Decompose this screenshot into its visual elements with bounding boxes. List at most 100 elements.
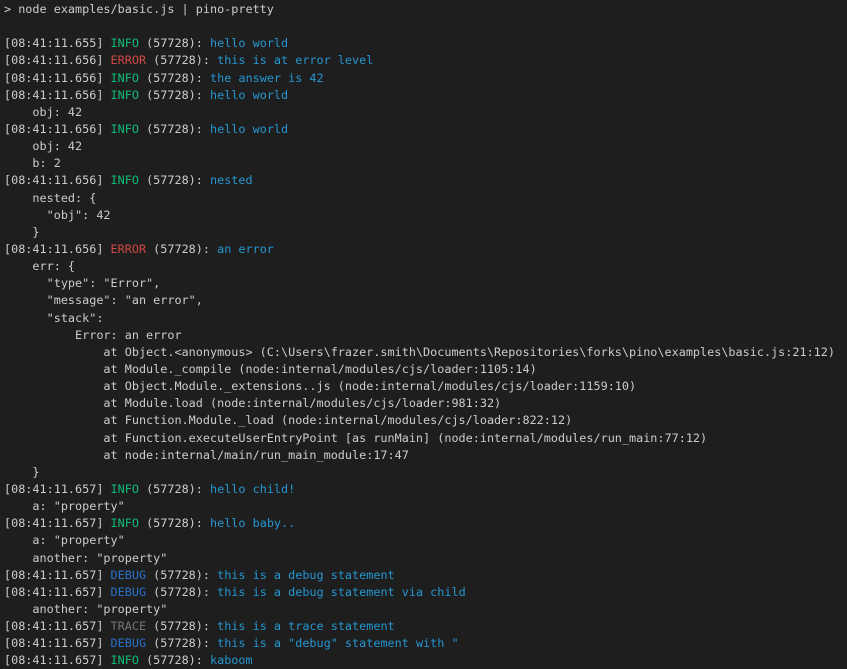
log-text: [08:41:11.657]: [4, 585, 111, 599]
log-level-debug: DEBUG: [111, 636, 147, 650]
log-level-error: ERROR: [111, 242, 147, 256]
log-message-text: this is a "debug" statement with ": [217, 636, 458, 650]
log-text: [08:41:11.656]: [4, 71, 111, 85]
log-level-info: INFO: [111, 71, 139, 85]
log-line: [08:41:11.656] INFO (57728): hello world: [4, 121, 847, 138]
log-level-info: INFO: [111, 88, 139, 102]
log-line: [08:41:11.655] INFO (57728): hello world: [4, 35, 847, 52]
log-line: [08:41:11.656] INFO (57728): the answer …: [4, 70, 847, 87]
log-line: [08:41:11.657] DEBUG (57728): this is a …: [4, 567, 847, 584]
log-text: a: "property": [4, 499, 125, 513]
log-message-text: this is a trace statement: [217, 619, 395, 633]
log-text: (57728):: [139, 516, 210, 530]
log-text: "type": "Error",: [4, 276, 160, 290]
log-text: (57728):: [146, 242, 217, 256]
log-text: (57728):: [146, 636, 217, 650]
log-text: at Function.executeUserEntryPoint [as ru…: [4, 431, 707, 445]
log-text: (57728):: [139, 88, 210, 102]
log-line: [08:41:11.657] INFO (57728): hello child…: [4, 481, 847, 498]
log-level-info: INFO: [111, 122, 139, 136]
log-detail-line: another: "property": [4, 601, 847, 618]
log-text: [08:41:11.657]: [4, 516, 111, 530]
log-detail-line: a: "property": [4, 532, 847, 549]
stack-trace-line: at Module._compile (node:internal/module…: [4, 361, 847, 378]
log-text: [08:41:11.657]: [4, 568, 111, 582]
log-text: Error: an error: [4, 328, 182, 342]
blank-line: [4, 18, 847, 35]
stack-trace-line: at Object.Module._extensions..js (node:i…: [4, 378, 847, 395]
log-text: at Module._compile (node:internal/module…: [4, 362, 537, 376]
log-text: (57728):: [139, 653, 210, 667]
log-level-info: INFO: [111, 482, 139, 496]
log-text: obj: 42: [4, 139, 82, 153]
log-text: (57728):: [139, 36, 210, 50]
log-level-info: INFO: [111, 653, 139, 667]
log-line: [08:41:11.657] INFO (57728): kaboom: [4, 652, 847, 669]
log-detail-line: obj: 42: [4, 104, 847, 121]
log-text: (57728):: [146, 619, 217, 633]
log-text: (57728):: [146, 585, 217, 599]
log-detail-line: another: "property": [4, 550, 847, 567]
log-text: [08:41:11.656]: [4, 173, 111, 187]
log-message-text: this is at error level: [217, 53, 373, 67]
log-text: [08:41:11.656]: [4, 53, 111, 67]
terminal-output[interactable]: > node examples/basic.js | pino-pretty […: [0, 0, 847, 669]
log-text: [08:41:11.656]: [4, 88, 111, 102]
log-text: (57728):: [146, 568, 217, 582]
log-message-text: the answer is 42: [210, 71, 324, 85]
log-text: b: 2: [4, 156, 61, 170]
log-detail-line: a: "property": [4, 498, 847, 515]
log-text: a: "property": [4, 533, 125, 547]
log-text: [08:41:11.657]: [4, 619, 111, 633]
log-detail-line: err: {: [4, 258, 847, 275]
log-text: "obj": 42: [4, 208, 111, 222]
log-detail-line: "stack":: [4, 310, 847, 327]
log-text: (57728):: [146, 53, 217, 67]
log-text: at Function.Module._load (node:internal/…: [4, 413, 572, 427]
log-message-text: this is a debug statement: [217, 568, 395, 582]
log-detail-line: obj: 42: [4, 138, 847, 155]
log-text: }: [4, 225, 40, 239]
stack-trace-line: at Function.executeUserEntryPoint [as ru…: [4, 430, 847, 447]
log-detail-line: "message": "an error",: [4, 292, 847, 309]
log-text: at Module.load (node:internal/modules/cj…: [4, 396, 501, 410]
log-message-text: nested: [210, 173, 253, 187]
log-line: [08:41:11.656] ERROR (57728): this is at…: [4, 52, 847, 69]
stack-trace-line: at Function.Module._load (node:internal/…: [4, 412, 847, 429]
log-text: [08:41:11.657]: [4, 482, 111, 496]
log-message-text: hello child!: [210, 482, 295, 496]
log-text: > node examples/basic.js | pino-pretty: [4, 2, 274, 16]
log-text: nested: {: [4, 191, 96, 205]
log-text: another: "property": [4, 551, 167, 565]
log-level-info: INFO: [111, 36, 139, 50]
log-text: [08:41:11.656]: [4, 242, 111, 256]
log-text: [08:41:11.656]: [4, 122, 111, 136]
log-text: "stack":: [4, 311, 103, 325]
log-level-trace: TRACE: [111, 619, 147, 633]
log-line: [08:41:11.656] INFO (57728): nested: [4, 172, 847, 189]
log-detail-line: }: [4, 464, 847, 481]
stack-trace-line: Error: an error: [4, 327, 847, 344]
log-line: [08:41:11.656] ERROR (57728): an error: [4, 241, 847, 258]
stack-trace-line: at node:internal/main/run_main_module:17…: [4, 447, 847, 464]
log-text: [08:41:11.657]: [4, 636, 111, 650]
log-text: (57728):: [139, 482, 210, 496]
log-message-text: kaboom: [210, 653, 253, 667]
log-text: }: [4, 465, 40, 479]
log-text: [08:41:11.657]: [4, 653, 111, 667]
log-message-text: an error: [217, 242, 274, 256]
log-text: "message": "an error",: [4, 293, 203, 307]
log-line: [08:41:11.657] TRACE (57728): this is a …: [4, 618, 847, 635]
log-level-info: INFO: [111, 173, 139, 187]
log-line: [08:41:11.657] INFO (57728): hello baby.…: [4, 515, 847, 532]
log-text: err: {: [4, 259, 75, 273]
log-detail-line: nested: {: [4, 190, 847, 207]
log-text: (57728):: [139, 173, 210, 187]
log-line: [08:41:11.657] DEBUG (57728): this is a …: [4, 584, 847, 601]
log-text: at Object.<anonymous> (C:\Users\frazer.s…: [4, 345, 835, 359]
log-message-text: hello world: [210, 36, 288, 50]
log-level-debug: DEBUG: [111, 585, 147, 599]
log-text: obj: 42: [4, 105, 82, 119]
command-line: > node examples/basic.js | pino-pretty: [4, 1, 847, 18]
log-text: another: "property": [4, 602, 167, 616]
